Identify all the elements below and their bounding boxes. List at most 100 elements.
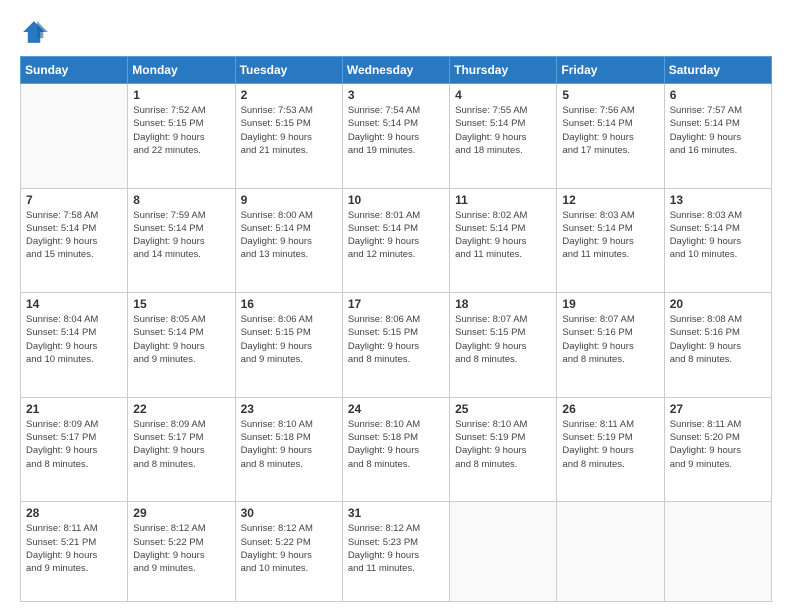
weekday-header-sunday: Sunday (21, 57, 128, 84)
day-number: 19 (562, 297, 658, 311)
day-number: 26 (562, 402, 658, 416)
day-info: Sunrise: 8:12 AMSunset: 5:23 PMDaylight:… (348, 522, 444, 575)
calendar-cell: 23 Sunrise: 8:10 AMSunset: 5:18 PMDayligh… (235, 397, 342, 502)
calendar-cell: 13 Sunrise: 8:03 AMSunset: 5:14 PMDayligh… (664, 188, 771, 293)
calendar-cell: 16 Sunrise: 8:06 AMSunset: 5:15 PMDayligh… (235, 293, 342, 398)
day-info: Sunrise: 8:03 AMSunset: 5:14 PMDaylight:… (670, 209, 766, 262)
calendar-cell: 27 Sunrise: 8:11 AMSunset: 5:20 PMDayligh… (664, 397, 771, 502)
day-info: Sunrise: 8:07 AMSunset: 5:16 PMDaylight:… (562, 313, 658, 366)
day-number: 1 (133, 88, 229, 102)
calendar-cell: 26 Sunrise: 8:11 AMSunset: 5:19 PMDayligh… (557, 397, 664, 502)
day-info: Sunrise: 8:01 AMSunset: 5:14 PMDaylight:… (348, 209, 444, 262)
day-number: 14 (26, 297, 122, 311)
calendar-cell: 17 Sunrise: 8:06 AMSunset: 5:15 PMDayligh… (342, 293, 449, 398)
week-row-1: 1 Sunrise: 7:52 AMSunset: 5:15 PMDaylight… (21, 84, 772, 189)
calendar-cell: 28 Sunrise: 8:11 AMSunset: 5:21 PMDayligh… (21, 502, 128, 602)
weekday-header-wednesday: Wednesday (342, 57, 449, 84)
day-info: Sunrise: 8:04 AMSunset: 5:14 PMDaylight:… (26, 313, 122, 366)
calendar-cell: 6Sunrise: 7:57 AMSunset: 5:14 PMDaylight… (664, 84, 771, 189)
calendar-cell: 24Sunrise: 8:10 AMSunset: 5:18 PMDayligh… (342, 397, 449, 502)
calendar-cell: 4 Sunrise: 7:55 AMSunset: 5:14 PMDaylight… (450, 84, 557, 189)
header (20, 18, 772, 46)
day-info: Sunrise: 8:07 AMSunset: 5:15 PMDaylight:… (455, 313, 551, 366)
day-number: 29 (133, 506, 229, 520)
calendar-cell: 20 Sunrise: 8:08 AMSunset: 5:16 PMDayligh… (664, 293, 771, 398)
day-number: 12 (562, 193, 658, 207)
weekday-header-row: SundayMondayTuesdayWednesdayThursdayFrid… (21, 57, 772, 84)
day-number: 15 (133, 297, 229, 311)
day-info: Sunrise: 8:06 AMSunset: 5:15 PMDaylight:… (348, 313, 444, 366)
day-info: Sunrise: 7:57 AMSunset: 5:14 PMDaylight:… (670, 104, 766, 157)
calendar-cell: 11 Sunrise: 8:02 AMSunset: 5:14 PMDayligh… (450, 188, 557, 293)
day-number: 13 (670, 193, 766, 207)
day-info: Sunrise: 8:08 AMSunset: 5:16 PMDaylight:… (670, 313, 766, 366)
day-number: 7 (26, 193, 122, 207)
day-number: 4 (455, 88, 551, 102)
calendar-cell: 3 Sunrise: 7:54 AMSunset: 5:14 PMDaylight… (342, 84, 449, 189)
day-info: Sunrise: 8:03 AMSunset: 5:14 PMDaylight:… (562, 209, 658, 262)
calendar-cell: 7 Sunrise: 7:58 AMSunset: 5:14 PMDaylight… (21, 188, 128, 293)
calendar-cell: 15 Sunrise: 8:05 AMSunset: 5:14 PMDayligh… (128, 293, 235, 398)
day-number: 8 (133, 193, 229, 207)
day-number: 18 (455, 297, 551, 311)
calendar-cell: 14 Sunrise: 8:04 AMSunset: 5:14 PMDayligh… (21, 293, 128, 398)
day-info: Sunrise: 7:58 AMSunset: 5:14 PMDaylight:… (26, 209, 122, 262)
calendar-cell: 10 Sunrise: 8:01 AMSunset: 5:14 PMDayligh… (342, 188, 449, 293)
calendar-cell: 2Sunrise: 7:53 AMSunset: 5:15 PMDaylight… (235, 84, 342, 189)
day-number: 5 (562, 88, 658, 102)
day-info: Sunrise: 8:10 AMSunset: 5:18 PMDaylight:… (241, 418, 337, 471)
week-row-3: 14 Sunrise: 8:04 AMSunset: 5:14 PMDayligh… (21, 293, 772, 398)
day-number: 10 (348, 193, 444, 207)
day-info: Sunrise: 8:12 AMSunset: 5:22 PMDaylight:… (133, 522, 229, 575)
calendar-cell: 30Sunrise: 8:12 AMSunset: 5:22 PMDayligh… (235, 502, 342, 602)
calendar-cell: 29 Sunrise: 8:12 AMSunset: 5:22 PMDayligh… (128, 502, 235, 602)
calendar-page: SundayMondayTuesdayWednesdayThursdayFrid… (0, 0, 792, 612)
calendar-cell: 5Sunrise: 7:56 AMSunset: 5:14 PMDaylight… (557, 84, 664, 189)
weekday-header-monday: Monday (128, 57, 235, 84)
day-info: Sunrise: 7:59 AMSunset: 5:14 PMDaylight:… (133, 209, 229, 262)
day-info: Sunrise: 8:10 AMSunset: 5:18 PMDaylight:… (348, 418, 444, 471)
calendar-cell: 12 Sunrise: 8:03 AMSunset: 5:14 PMDayligh… (557, 188, 664, 293)
day-info: Sunrise: 8:09 AMSunset: 5:17 PMDaylight:… (26, 418, 122, 471)
weekday-header-friday: Friday (557, 57, 664, 84)
day-info: Sunrise: 8:11 AMSunset: 5:19 PMDaylight:… (562, 418, 658, 471)
week-row-5: 28 Sunrise: 8:11 AMSunset: 5:21 PMDayligh… (21, 502, 772, 602)
calendar-cell (664, 502, 771, 602)
day-number: 30 (241, 506, 337, 520)
day-info: Sunrise: 8:11 AMSunset: 5:20 PMDaylight:… (670, 418, 766, 471)
day-number: 27 (670, 402, 766, 416)
day-number: 21 (26, 402, 122, 416)
calendar-cell: 22 Sunrise: 8:09 AMSunset: 5:17 PMDayligh… (128, 397, 235, 502)
day-info: Sunrise: 7:55 AMSunset: 5:14 PMDaylight:… (455, 104, 551, 157)
day-number: 20 (670, 297, 766, 311)
day-info: Sunrise: 7:54 AMSunset: 5:14 PMDaylight:… (348, 104, 444, 157)
day-number: 22 (133, 402, 229, 416)
day-number: 3 (348, 88, 444, 102)
day-number: 23 (241, 402, 337, 416)
day-info: Sunrise: 8:06 AMSunset: 5:15 PMDaylight:… (241, 313, 337, 366)
logo (20, 18, 52, 46)
day-info: Sunrise: 7:52 AMSunset: 5:15 PMDaylight:… (133, 104, 229, 157)
week-row-4: 21 Sunrise: 8:09 AMSunset: 5:17 PMDayligh… (21, 397, 772, 502)
day-number: 17 (348, 297, 444, 311)
day-info: Sunrise: 8:05 AMSunset: 5:14 PMDaylight:… (133, 313, 229, 366)
weekday-header-thursday: Thursday (450, 57, 557, 84)
day-info: Sunrise: 8:00 AMSunset: 5:14 PMDaylight:… (241, 209, 337, 262)
day-info: Sunrise: 8:09 AMSunset: 5:17 PMDaylight:… (133, 418, 229, 471)
weekday-header-tuesday: Tuesday (235, 57, 342, 84)
day-number: 31 (348, 506, 444, 520)
day-info: Sunrise: 7:53 AMSunset: 5:15 PMDaylight:… (241, 104, 337, 157)
calendar-cell (450, 502, 557, 602)
calendar-cell: 18 Sunrise: 8:07 AMSunset: 5:15 PMDayligh… (450, 293, 557, 398)
day-number: 11 (455, 193, 551, 207)
day-number: 16 (241, 297, 337, 311)
day-info: Sunrise: 8:02 AMSunset: 5:14 PMDaylight:… (455, 209, 551, 262)
day-number: 28 (26, 506, 122, 520)
week-row-2: 7 Sunrise: 7:58 AMSunset: 5:14 PMDaylight… (21, 188, 772, 293)
calendar-cell: 8 Sunrise: 7:59 AMSunset: 5:14 PMDaylight… (128, 188, 235, 293)
calendar-cell: 21 Sunrise: 8:09 AMSunset: 5:17 PMDayligh… (21, 397, 128, 502)
calendar-cell: 31 Sunrise: 8:12 AMSunset: 5:23 PMDayligh… (342, 502, 449, 602)
day-number: 25 (455, 402, 551, 416)
calendar-cell: 1 Sunrise: 7:52 AMSunset: 5:15 PMDaylight… (128, 84, 235, 189)
day-info: Sunrise: 8:11 AMSunset: 5:21 PMDaylight:… (26, 522, 122, 575)
